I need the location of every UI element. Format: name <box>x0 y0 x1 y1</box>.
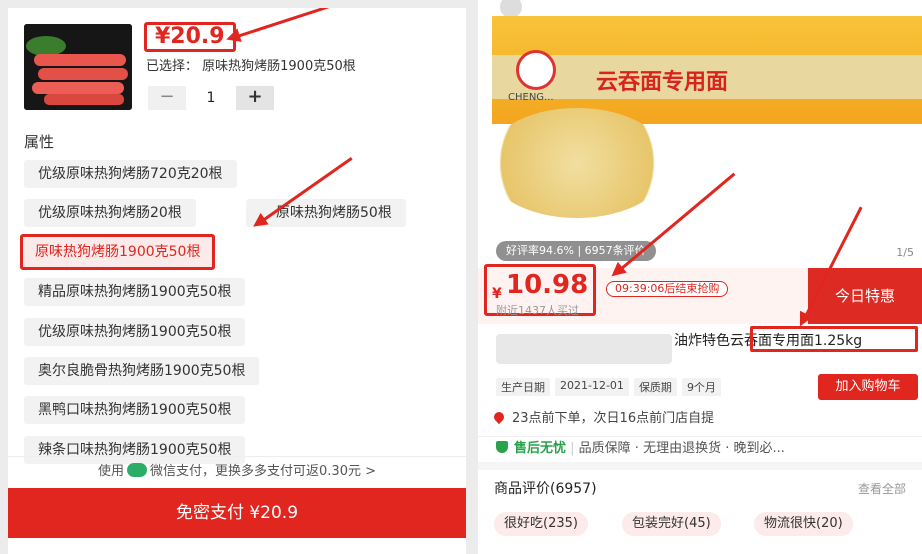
sku-option[interactable]: 奥尔良脆骨热狗烤肠1900克50根 <box>24 357 260 385</box>
image-pager: 1/5 <box>896 246 914 259</box>
sku-option[interactable]: 精品原味热狗烤肠1900克50根 <box>24 278 246 306</box>
quantity-stepper: − 1 + <box>148 86 274 110</box>
brand-name: CHENG... <box>508 92 554 103</box>
meta-value: 9个月 <box>681 378 721 396</box>
service-text: 品质保障 · 无理由退换货 · 晚到必... <box>578 441 785 456</box>
meta-value: 2021-12-01 <box>555 378 629 396</box>
sku-option[interactable]: 优级原味热狗烤肠20根 <box>24 199 196 227</box>
review-tag[interactable]: 物流很快(20) <box>754 512 853 536</box>
brand-logo-icon <box>516 50 556 90</box>
product-detail-panel: CHENG... 云吞面专用面 好评率94.6% | 6957条评价 1/5 ¥… <box>478 0 922 554</box>
blurred-title-part <box>496 334 672 364</box>
title-highlight-box <box>750 326 918 352</box>
location-pin-icon <box>491 409 507 425</box>
package-title: 云吞面专用面 <box>596 70 729 95</box>
sku-option-selected[interactable]: 原味热狗烤肠1900克50根 <box>20 234 216 270</box>
sku-option[interactable]: 优级原味热狗烤肠1900克50根 <box>24 318 246 346</box>
sku-option[interactable]: 优级原味热狗烤肠720克20根 <box>24 160 237 188</box>
review-title: 商品评价(6957) <box>494 481 597 497</box>
shield-icon <box>496 441 508 453</box>
sku-selector-panel: ¥20.9 已选择： 原味热狗烤肠1900克50根 − 1 + 属性 优级原味热… <box>8 8 466 554</box>
decrease-button[interactable]: − <box>148 86 186 110</box>
product-image[interactable]: CHENG... 云吞面专用面 好评率94.6% | 6957条评价 1/5 <box>478 0 922 268</box>
wechat-pay-icon <box>127 463 148 477</box>
meta-label: 生产日期 <box>496 378 550 396</box>
pickup-text: 23点前下单，次日16点前门店自提 <box>512 411 715 426</box>
sku-option[interactable]: 黑鸭口味热狗烤肠1900克50根 <box>24 396 246 424</box>
noodle-image <box>484 108 670 218</box>
attribute-title: 属性 <box>24 133 55 151</box>
service-highlight: 售后无忧 <box>514 441 567 456</box>
sku-price: ¥20.9 <box>144 22 236 52</box>
increase-button[interactable]: + <box>236 86 274 110</box>
view-all-link[interactable]: 查看全部 <box>858 480 906 497</box>
product-thumbnail <box>24 24 132 110</box>
bought-count: 附近1437人买过 <box>496 304 579 317</box>
meta-label: 保质期 <box>633 378 677 396</box>
pay-button[interactable]: 免密支付 ¥20.9 <box>8 488 466 538</box>
payment-info-text: 微信支付，更换多多支付可返0.30元 > <box>150 464 376 479</box>
quantity-value[interactable]: 1 <box>186 90 236 106</box>
product-meta: 生产日期 2021-12-01 保质期 9个月 <box>496 378 721 396</box>
payment-info-bar[interactable]: 使用 微信支付，更换多多支付可返0.30元 > <box>8 456 466 486</box>
selected-sku-text: 已选择： 原味热狗烤肠1900克50根 <box>146 59 356 74</box>
payment-info-prefix: 使用 <box>98 464 125 479</box>
service-guarantee-row[interactable]: 售后无忧 | 品质保障 · 无理由退换货 · 晚到必... <box>478 436 922 462</box>
review-tag[interactable]: 包装完好(45) <box>622 512 721 536</box>
pickup-info: 23点前下单，次日16点前门店自提 <box>491 407 715 426</box>
screenshot-root: ¥20.9 已选择： 原味热狗烤肠1900克50根 − 1 + 属性 优级原味热… <box>0 0 922 554</box>
review-tag[interactable]: 很好吃(235) <box>494 512 588 536</box>
countdown-badge: 09:39:06后结束抢购 <box>606 281 729 297</box>
add-to-cart-button[interactable]: 加入购物车 <box>818 374 918 400</box>
annotation-arrow <box>233 8 332 39</box>
